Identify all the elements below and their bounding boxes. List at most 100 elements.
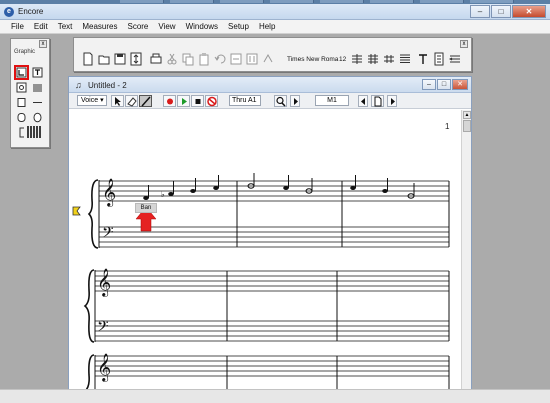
eraser-icon [127,97,137,107]
palette-close-button[interactable]: x [39,40,47,48]
taskbar-item[interactable] [120,0,164,3]
print-button[interactable] [150,52,162,66]
taskbar-item[interactable] [270,0,314,3]
font-name-field[interactable]: Times New Roma [287,56,338,63]
title-text-icon [419,54,427,64]
image-tool-button[interactable] [16,82,27,93]
system-select-marker[interactable] [72,206,81,216]
barlines-tool-button[interactable] [26,125,44,139]
page-setup-button[interactable] [433,52,445,66]
maximize-button[interactable]: □ [491,5,511,18]
taskbar-item[interactable] [420,0,464,3]
scroll-up-button[interactable]: ▲ [463,111,471,119]
palette-title: Graphic [14,49,36,55]
taskbar-item[interactable] [320,0,364,3]
scroll-view-icon [130,52,142,66]
staff-lines-button[interactable] [399,52,411,66]
line-tool-button[interactable] [32,97,43,108]
doc-minimize-button[interactable]: – [422,79,436,90]
eraser-tool-button[interactable] [125,95,138,107]
title-text-button[interactable] [417,52,429,66]
prev-page-button[interactable] [358,95,368,107]
scroll-thumb[interactable] [463,120,471,132]
staff-text-tool-button[interactable] [32,82,43,93]
quantize-button[interactable] [246,52,258,66]
taskbar-item[interactable] [220,0,264,3]
grand-staff-brace [83,269,95,343]
page-view-button[interactable] [371,95,384,107]
select-tool-button[interactable] [111,95,124,107]
font-size-field[interactable]: 12 [339,56,346,63]
menu-score[interactable]: Score [122,22,153,31]
save-button[interactable] [114,52,126,66]
taskbar-item[interactable] [170,0,214,3]
thru-channel-field[interactable]: Thru A1 [229,95,261,106]
vertical-scrollbar[interactable]: ▲ [461,110,471,403]
document-title: Untitled - 2 [88,81,127,90]
chevron-right-icon [391,98,395,105]
panic-button[interactable] [205,95,218,107]
menu-setup[interactable]: Setup [223,22,254,31]
play-button[interactable] [177,95,190,107]
rounded-rect-tool-button[interactable] [16,112,27,123]
menu-edit[interactable]: Edit [29,22,53,31]
score-page[interactable]: 1 𝄞 𝄢 ♭ 𝄞 𝄢 𝄞 Ban [69,110,461,403]
svg-text:♭: ♭ [161,190,165,199]
menu-text[interactable]: Text [53,22,78,31]
taskbar-item[interactable] [470,0,514,3]
scroll-view-button[interactable] [130,52,142,66]
menu-help[interactable]: Help [254,22,280,31]
copy-button[interactable] [182,52,194,66]
record-button[interactable] [163,95,176,107]
measure-width-button[interactable] [383,52,395,66]
zoom-next-button[interactable] [290,95,300,107]
new-file-button[interactable] [82,52,94,66]
line-icon [33,102,42,103]
graphic-palette: x Graphic [10,38,50,148]
taskbar-item[interactable] [370,0,414,3]
image-icon [16,82,27,93]
zoom-button[interactable] [274,95,287,107]
lyric-icon [16,67,27,78]
open-file-button[interactable] [98,52,110,66]
paste-button[interactable] [198,52,210,66]
stop-button[interactable] [191,95,204,107]
next-page-button[interactable] [387,95,397,107]
undo-button[interactable] [214,52,226,66]
menu-windows[interactable]: Windows [181,22,223,31]
open-folder-icon [98,55,110,65]
treble-staff [95,355,449,377]
toolbar-close-button[interactable]: x [460,40,468,48]
staff-add-icon [352,54,362,64]
bass-clef-icon: 𝄢 [97,318,109,339]
magnifier-icon [276,96,286,107]
doc-restore-button[interactable]: □ [437,79,451,90]
staff-spacing-button[interactable] [367,52,379,66]
add-measure-button[interactable] [449,52,461,66]
lyric-text-box[interactable]: Ban [135,203,157,213]
transpose-button[interactable] [230,52,242,66]
add-staff-button[interactable] [351,52,363,66]
cut-button[interactable] [166,52,178,66]
encore-app-icon: e [4,7,14,17]
doc-close-button[interactable]: ✕ [452,79,468,90]
window-controls: – □ ✕ [469,5,546,19]
treble-staff [99,180,449,202]
pencil-tool-button[interactable] [139,95,152,107]
rectangle-tool-button[interactable] [16,97,27,108]
minimize-button[interactable]: – [470,5,490,18]
menu-measures[interactable]: Measures [77,22,122,31]
menu-view[interactable]: View [153,22,180,31]
voice-dropdown[interactable]: Voice ▾ [77,95,107,106]
text-tool-button[interactable] [32,67,43,78]
menu-file[interactable]: File [6,22,29,31]
ellipse-tool-button[interactable] [32,112,43,123]
print-icon [150,53,162,64]
measure-field[interactable]: M1 [315,95,349,106]
barlines-icon [27,126,41,138]
close-button[interactable]: ✕ [512,5,546,18]
lyric-tool-button[interactable] [14,65,29,80]
grand-staff-brace [87,179,99,249]
note-spacing-button[interactable] [262,52,274,66]
voice-dropdown-label: Voice [81,97,99,104]
